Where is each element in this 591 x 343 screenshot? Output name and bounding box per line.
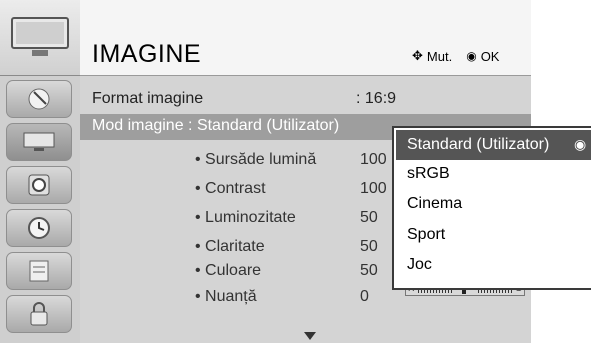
lock-icon <box>30 302 48 326</box>
setting-tint[interactable]: • Nuanță <box>195 288 257 306</box>
ok-hint: OK <box>480 48 500 64</box>
dropdown-option-sport[interactable]: Sport <box>407 226 445 244</box>
sidebar-item-satellite[interactable] <box>6 80 72 118</box>
setting-backlight-value: 100 <box>360 151 387 168</box>
setting-brightness[interactable]: • Luminozitate <box>195 209 296 227</box>
sidebar-item-time[interactable] <box>6 209 72 247</box>
dropdown-option-standard[interactable]: Standard (Utilizator) <box>407 136 549 154</box>
dropdown-option-game[interactable]: Joc <box>407 256 432 274</box>
monitor-icon <box>23 132 55 151</box>
clock-icon <box>28 217 50 239</box>
scroll-down-icon[interactable] <box>304 332 316 340</box>
format-value: : 16:9 <box>356 90 397 107</box>
speaker-icon <box>28 174 50 196</box>
setting-contrast-value: 100 <box>360 180 387 197</box>
setting-color-value: 50 <box>360 262 378 279</box>
picture-mode-dropdown: Standard (Utilizator) ◉ sRGB Cinema Spor… <box>392 126 591 290</box>
page-title: IMAGINE <box>92 40 202 68</box>
setting-contrast[interactable]: • Contrast <box>195 180 266 198</box>
radio-selected-icon: ◉ <box>574 136 587 152</box>
move-hint: Mut. <box>426 48 453 64</box>
dropdown-option-cinema[interactable]: Cinema <box>407 195 462 213</box>
tv-icon <box>11 17 69 56</box>
setting-brightness-value: 50 <box>360 209 378 226</box>
settings-box-icon <box>29 260 49 282</box>
satellite-icon <box>28 88 50 110</box>
setting-sharpness[interactable]: • Claritate <box>195 238 265 256</box>
sidebar-item-options[interactable] <box>6 252 72 290</box>
sidebar-top <box>0 0 80 76</box>
dropdown-option-srgb[interactable]: sRGB <box>407 165 450 183</box>
sidebar-item-audio[interactable] <box>6 166 72 204</box>
setting-color[interactable]: • Culoare <box>195 262 261 280</box>
format-label[interactable]: Format imagine <box>92 90 203 108</box>
setting-backlight[interactable]: • Sursăde lumină <box>195 151 316 169</box>
sidebar-item-lock[interactable] <box>6 295 72 333</box>
ok-button-icon: ◉ <box>466 49 477 63</box>
setting-tint-value: 0 <box>360 288 369 305</box>
sidebar-item-picture[interactable] <box>6 123 72 161</box>
move-arrows-icon: ✥ <box>412 48 423 63</box>
picture-mode-label[interactable]: Mod imagine : Standard (Utilizator) <box>92 117 339 135</box>
key-hints: ✥ Mut. ◉ OK <box>412 48 499 64</box>
setting-sharpness-value: 50 <box>360 238 378 255</box>
